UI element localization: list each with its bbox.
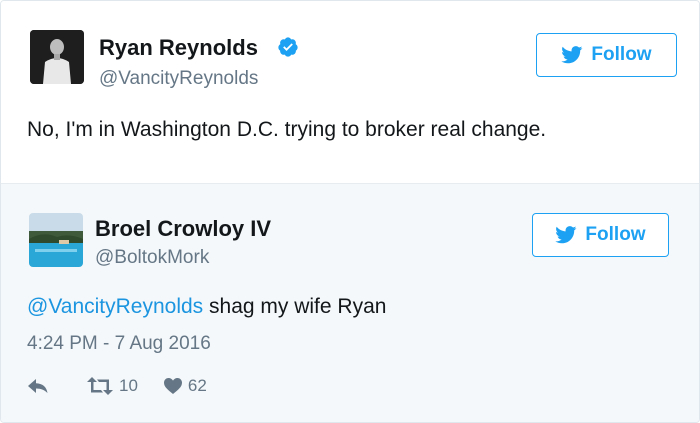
tweet-text: No, I'm in Washington D.C. trying to bro… — [27, 118, 547, 141]
reply-button[interactable] — [27, 378, 49, 394]
follow-label: Follow — [591, 44, 652, 65]
reply-body: shag my wife Ryan — [203, 295, 387, 318]
display-name[interactable]: Ryan Reynolds — [99, 35, 258, 61]
timestamp[interactable]: 4:24 PM - 7 Aug 2016 — [27, 333, 211, 355]
reply-text: @VancityReynolds shag my wife Ryan — [27, 295, 386, 319]
handle[interactable]: @BoltokMork — [95, 247, 209, 269]
handle[interactable]: @VancityReynolds — [99, 68, 258, 90]
follow-button[interactable]: Follow — [532, 213, 669, 257]
mention-link[interactable]: @VancityReynolds — [27, 295, 203, 318]
ryan-reynolds-avatar[interactable] — [30, 30, 84, 84]
twitter-bird-icon — [555, 226, 577, 244]
retweet-button[interactable]: 10 — [87, 376, 138, 396]
like-count: 62 — [187, 376, 207, 395]
original-tweet: Ryan Reynolds @VancityReynolds Follow No… — [1, 1, 699, 183]
follow-label: Follow — [585, 224, 646, 245]
display-name[interactable]: Broel Crowloy IV — [95, 216, 271, 242]
verified-badge-icon — [278, 37, 298, 57]
tweet-actions: 10 62 — [27, 373, 207, 399]
retweet-count: 10 — [119, 376, 138, 395]
twitter-bird-icon — [561, 46, 583, 64]
tweet-card: Ryan Reynolds @VancityReynolds Follow No… — [0, 0, 700, 423]
heart-icon — [163, 378, 182, 394]
retweet-icon — [87, 377, 113, 395]
like-button[interactable]: 62 — [163, 376, 207, 396]
follow-button[interactable]: Follow — [536, 33, 677, 77]
reply-icon — [28, 379, 48, 393]
broel-crowloy-avatar[interactable] — [29, 213, 83, 267]
